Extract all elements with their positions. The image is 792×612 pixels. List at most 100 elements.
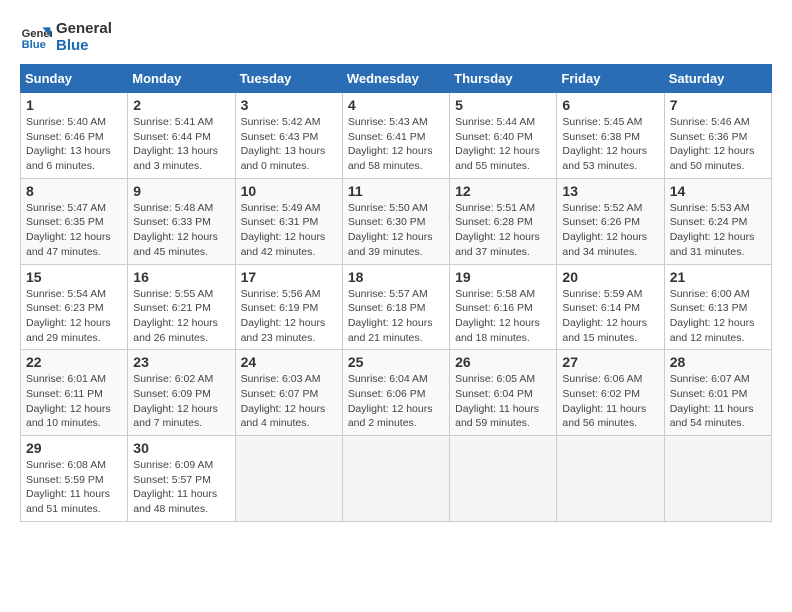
day-number: 1 — [26, 97, 122, 113]
day-number: 29 — [26, 440, 122, 456]
day-detail: Sunrise: 6:03 AM Sunset: 6:07 PM Dayligh… — [241, 372, 337, 431]
header-thursday: Thursday — [450, 65, 557, 93]
day-number: 19 — [455, 269, 551, 285]
day-number: 20 — [562, 269, 658, 285]
day-detail: Sunrise: 6:05 AM Sunset: 6:04 PM Dayligh… — [455, 372, 551, 431]
day-detail: Sunrise: 5:43 AM Sunset: 6:41 PM Dayligh… — [348, 115, 444, 174]
day-detail: Sunrise: 5:52 AM Sunset: 6:26 PM Dayligh… — [562, 201, 658, 260]
day-cell-12: 12 Sunrise: 5:51 AM Sunset: 6:28 PM Dayl… — [450, 178, 557, 264]
day-cell-11: 11 Sunrise: 5:50 AM Sunset: 6:30 PM Dayl… — [342, 178, 449, 264]
day-cell-18: 18 Sunrise: 5:57 AM Sunset: 6:18 PM Dayl… — [342, 264, 449, 350]
header: General Blue General Blue — [20, 20, 772, 54]
day-detail: Sunrise: 6:09 AM Sunset: 5:57 PM Dayligh… — [133, 458, 229, 517]
day-number: 15 — [26, 269, 122, 285]
day-detail: Sunrise: 5:46 AM Sunset: 6:36 PM Dayligh… — [670, 115, 766, 174]
day-cell-24: 24 Sunrise: 6:03 AM Sunset: 6:07 PM Dayl… — [235, 350, 342, 436]
day-number: 9 — [133, 183, 229, 199]
day-number: 21 — [670, 269, 766, 285]
day-cell-28: 28 Sunrise: 6:07 AM Sunset: 6:01 PM Dayl… — [664, 350, 771, 436]
header-friday: Friday — [557, 65, 664, 93]
week-row-5: 29 Sunrise: 6:08 AM Sunset: 5:59 PM Dayl… — [21, 436, 772, 522]
day-cell-5: 5 Sunrise: 5:44 AM Sunset: 6:40 PM Dayli… — [450, 93, 557, 179]
day-cell-9: 9 Sunrise: 5:48 AM Sunset: 6:33 PM Dayli… — [128, 178, 235, 264]
day-detail: Sunrise: 5:50 AM Sunset: 6:30 PM Dayligh… — [348, 201, 444, 260]
day-detail: Sunrise: 6:08 AM Sunset: 5:59 PM Dayligh… — [26, 458, 122, 517]
day-detail: Sunrise: 5:49 AM Sunset: 6:31 PM Dayligh… — [241, 201, 337, 260]
day-detail: Sunrise: 5:45 AM Sunset: 6:38 PM Dayligh… — [562, 115, 658, 174]
day-number: 25 — [348, 354, 444, 370]
day-number: 30 — [133, 440, 229, 456]
day-detail: Sunrise: 5:44 AM Sunset: 6:40 PM Dayligh… — [455, 115, 551, 174]
day-number: 18 — [348, 269, 444, 285]
day-detail: Sunrise: 5:56 AM Sunset: 6:19 PM Dayligh… — [241, 287, 337, 346]
day-detail: Sunrise: 5:42 AM Sunset: 6:43 PM Dayligh… — [241, 115, 337, 174]
day-number: 24 — [241, 354, 337, 370]
day-cell-25: 25 Sunrise: 6:04 AM Sunset: 6:06 PM Dayl… — [342, 350, 449, 436]
day-number: 11 — [348, 183, 444, 199]
week-row-4: 22 Sunrise: 6:01 AM Sunset: 6:11 PM Dayl… — [21, 350, 772, 436]
day-number: 13 — [562, 183, 658, 199]
week-row-2: 8 Sunrise: 5:47 AM Sunset: 6:35 PM Dayli… — [21, 178, 772, 264]
day-number: 5 — [455, 97, 551, 113]
calendar-table: SundayMondayTuesdayWednesdayThursdayFrid… — [20, 64, 772, 522]
day-detail: Sunrise: 5:41 AM Sunset: 6:44 PM Dayligh… — [133, 115, 229, 174]
svg-text:Blue: Blue — [22, 39, 46, 51]
day-detail: Sunrise: 5:48 AM Sunset: 6:33 PM Dayligh… — [133, 201, 229, 260]
day-cell-14: 14 Sunrise: 5:53 AM Sunset: 6:24 PM Dayl… — [664, 178, 771, 264]
day-number: 27 — [562, 354, 658, 370]
day-number: 4 — [348, 97, 444, 113]
day-detail: Sunrise: 5:57 AM Sunset: 6:18 PM Dayligh… — [348, 287, 444, 346]
empty-cell — [342, 436, 449, 522]
day-number: 22 — [26, 354, 122, 370]
empty-cell — [664, 436, 771, 522]
empty-cell — [557, 436, 664, 522]
day-cell-20: 20 Sunrise: 5:59 AM Sunset: 6:14 PM Dayl… — [557, 264, 664, 350]
empty-cell — [450, 436, 557, 522]
day-cell-17: 17 Sunrise: 5:56 AM Sunset: 6:19 PM Dayl… — [235, 264, 342, 350]
day-detail: Sunrise: 6:04 AM Sunset: 6:06 PM Dayligh… — [348, 372, 444, 431]
day-cell-29: 29 Sunrise: 6:08 AM Sunset: 5:59 PM Dayl… — [21, 436, 128, 522]
day-number: 6 — [562, 97, 658, 113]
day-detail: Sunrise: 5:53 AM Sunset: 6:24 PM Dayligh… — [670, 201, 766, 260]
day-cell-21: 21 Sunrise: 6:00 AM Sunset: 6:13 PM Dayl… — [664, 264, 771, 350]
header-saturday: Saturday — [664, 65, 771, 93]
day-cell-8: 8 Sunrise: 5:47 AM Sunset: 6:35 PM Dayli… — [21, 178, 128, 264]
day-cell-4: 4 Sunrise: 5:43 AM Sunset: 6:41 PM Dayli… — [342, 93, 449, 179]
day-number: 23 — [133, 354, 229, 370]
day-detail: Sunrise: 5:54 AM Sunset: 6:23 PM Dayligh… — [26, 287, 122, 346]
day-detail: Sunrise: 6:06 AM Sunset: 6:02 PM Dayligh… — [562, 372, 658, 431]
day-detail: Sunrise: 5:47 AM Sunset: 6:35 PM Dayligh… — [26, 201, 122, 260]
day-number: 28 — [670, 354, 766, 370]
day-cell-23: 23 Sunrise: 6:02 AM Sunset: 6:09 PM Dayl… — [128, 350, 235, 436]
day-detail: Sunrise: 5:51 AM Sunset: 6:28 PM Dayligh… — [455, 201, 551, 260]
empty-cell — [235, 436, 342, 522]
day-number: 14 — [670, 183, 766, 199]
day-cell-22: 22 Sunrise: 6:01 AM Sunset: 6:11 PM Dayl… — [21, 350, 128, 436]
day-number: 17 — [241, 269, 337, 285]
day-number: 12 — [455, 183, 551, 199]
day-cell-6: 6 Sunrise: 5:45 AM Sunset: 6:38 PM Dayli… — [557, 93, 664, 179]
day-detail: Sunrise: 6:01 AM Sunset: 6:11 PM Dayligh… — [26, 372, 122, 431]
day-detail: Sunrise: 6:02 AM Sunset: 6:09 PM Dayligh… — [133, 372, 229, 431]
day-cell-10: 10 Sunrise: 5:49 AM Sunset: 6:31 PM Dayl… — [235, 178, 342, 264]
day-detail: Sunrise: 5:55 AM Sunset: 6:21 PM Dayligh… — [133, 287, 229, 346]
day-detail: Sunrise: 5:58 AM Sunset: 6:16 PM Dayligh… — [455, 287, 551, 346]
day-detail: Sunrise: 5:40 AM Sunset: 6:46 PM Dayligh… — [26, 115, 122, 174]
day-number: 26 — [455, 354, 551, 370]
day-detail: Sunrise: 5:59 AM Sunset: 6:14 PM Dayligh… — [562, 287, 658, 346]
week-row-1: 1 Sunrise: 5:40 AM Sunset: 6:46 PM Dayli… — [21, 93, 772, 179]
header-wednesday: Wednesday — [342, 65, 449, 93]
day-number: 10 — [241, 183, 337, 199]
day-cell-13: 13 Sunrise: 5:52 AM Sunset: 6:26 PM Dayl… — [557, 178, 664, 264]
day-cell-2: 2 Sunrise: 5:41 AM Sunset: 6:44 PM Dayli… — [128, 93, 235, 179]
day-cell-27: 27 Sunrise: 6:06 AM Sunset: 6:02 PM Dayl… — [557, 350, 664, 436]
day-number: 8 — [26, 183, 122, 199]
logo-line1: General — [56, 20, 112, 37]
day-number: 7 — [670, 97, 766, 113]
day-cell-19: 19 Sunrise: 5:58 AM Sunset: 6:16 PM Dayl… — [450, 264, 557, 350]
day-cell-7: 7 Sunrise: 5:46 AM Sunset: 6:36 PM Dayli… — [664, 93, 771, 179]
header-sunday: Sunday — [21, 65, 128, 93]
day-detail: Sunrise: 6:07 AM Sunset: 6:01 PM Dayligh… — [670, 372, 766, 431]
logo-line2: Blue — [56, 37, 112, 54]
day-cell-16: 16 Sunrise: 5:55 AM Sunset: 6:21 PM Dayl… — [128, 264, 235, 350]
